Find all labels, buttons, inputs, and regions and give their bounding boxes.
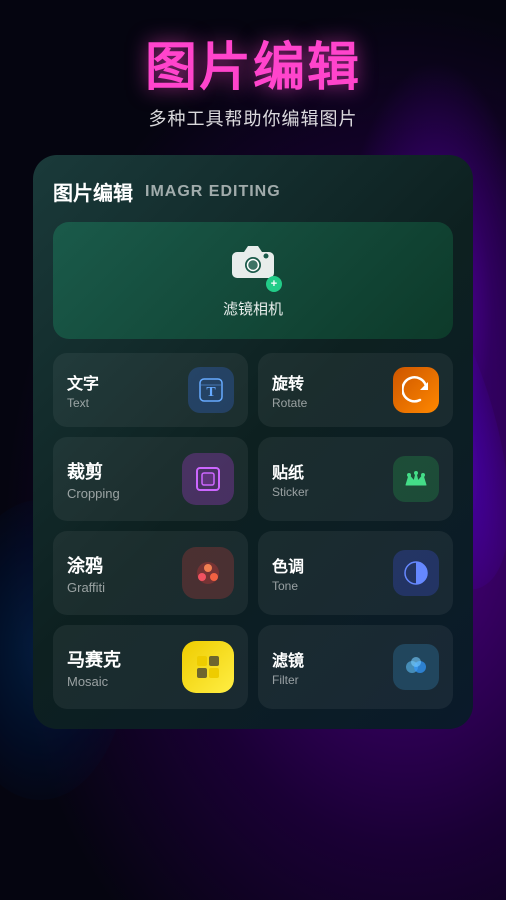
tool-graffiti-en: Graffiti [67, 580, 105, 595]
tone-icon [393, 550, 439, 596]
sticker-icon [393, 456, 439, 502]
filter-camera-label: 滤镜相机 [223, 298, 283, 319]
page-title: 图片编辑 [145, 40, 361, 97]
svg-text:T: T [206, 385, 216, 400]
tool-tone-label: 色调 Tone [272, 553, 304, 593]
tool-crop-en: Cropping [67, 486, 120, 501]
main-content: 图片编辑 多种工具帮助你编辑图片 图片编辑 IMAGR EDITING [0, 0, 506, 749]
tool-filter-label: 滤镜 Filter [272, 647, 304, 687]
card-title-cn: 图片编辑 [53, 177, 133, 206]
card-header: 图片编辑 IMAGR EDITING [53, 177, 453, 206]
rotate-icon [393, 367, 439, 413]
tool-sticker-en: Sticker [272, 485, 309, 499]
filter-icon [393, 644, 439, 690]
camera-plus-icon: + [266, 276, 282, 292]
camera-icon-wrap: + [230, 242, 276, 290]
page-subtitle: 多种工具帮助你编辑图片 [149, 105, 358, 131]
tool-mosaic-en: Mosaic [67, 674, 121, 689]
mosaic-icon [182, 641, 234, 693]
tool-rotate[interactable]: 旋转 Rotate [258, 353, 453, 427]
tool-rotate-cn: 旋转 [272, 370, 307, 394]
tool-filter-en: Filter [272, 673, 304, 687]
tool-filter[interactable]: 滤镜 Filter [258, 625, 453, 709]
tools-grid: 文字 Text T 旋转 Rotate [53, 353, 453, 709]
crop-icon [182, 453, 234, 505]
tool-graffiti-label: 涂鸦 Graffiti [67, 552, 105, 595]
tool-sticker-label: 贴纸 Sticker [272, 459, 309, 499]
graffiti-icon [182, 547, 234, 599]
text-icon: T [188, 367, 234, 413]
tool-mosaic-cn: 马赛克 [67, 646, 121, 672]
tool-graffiti-cn: 涂鸦 [67, 552, 105, 578]
tool-tone-cn: 色调 [272, 553, 304, 577]
tool-text-label: 文字 Text [67, 370, 99, 410]
tool-tone[interactable]: 色调 Tone [258, 531, 453, 615]
tool-mosaic-label: 马赛克 Mosaic [67, 646, 121, 689]
main-card: 图片编辑 IMAGR EDITING + 滤镜相机 [33, 155, 473, 729]
filter-camera-button[interactable]: + 滤镜相机 [53, 222, 453, 339]
tool-filter-cn: 滤镜 [272, 647, 304, 671]
tool-text-cn: 文字 [67, 370, 99, 394]
tool-text-en: Text [67, 396, 99, 410]
tool-mosaic[interactable]: 马赛克 Mosaic [53, 625, 248, 709]
tool-text[interactable]: 文字 Text T [53, 353, 248, 427]
tool-crop-cn: 裁剪 [67, 458, 120, 484]
tool-crop-label: 裁剪 Cropping [67, 458, 120, 501]
tool-sticker[interactable]: 贴纸 Sticker [258, 437, 453, 521]
tool-rotate-en: Rotate [272, 396, 307, 410]
tool-graffiti[interactable]: 涂鸦 Graffiti [53, 531, 248, 615]
tool-rotate-label: 旋转 Rotate [272, 370, 307, 410]
tool-sticker-cn: 贴纸 [272, 459, 309, 483]
card-title-en: IMAGR EDITING [145, 183, 281, 201]
tool-crop[interactable]: 裁剪 Cropping [53, 437, 248, 521]
tool-tone-en: Tone [272, 579, 304, 593]
